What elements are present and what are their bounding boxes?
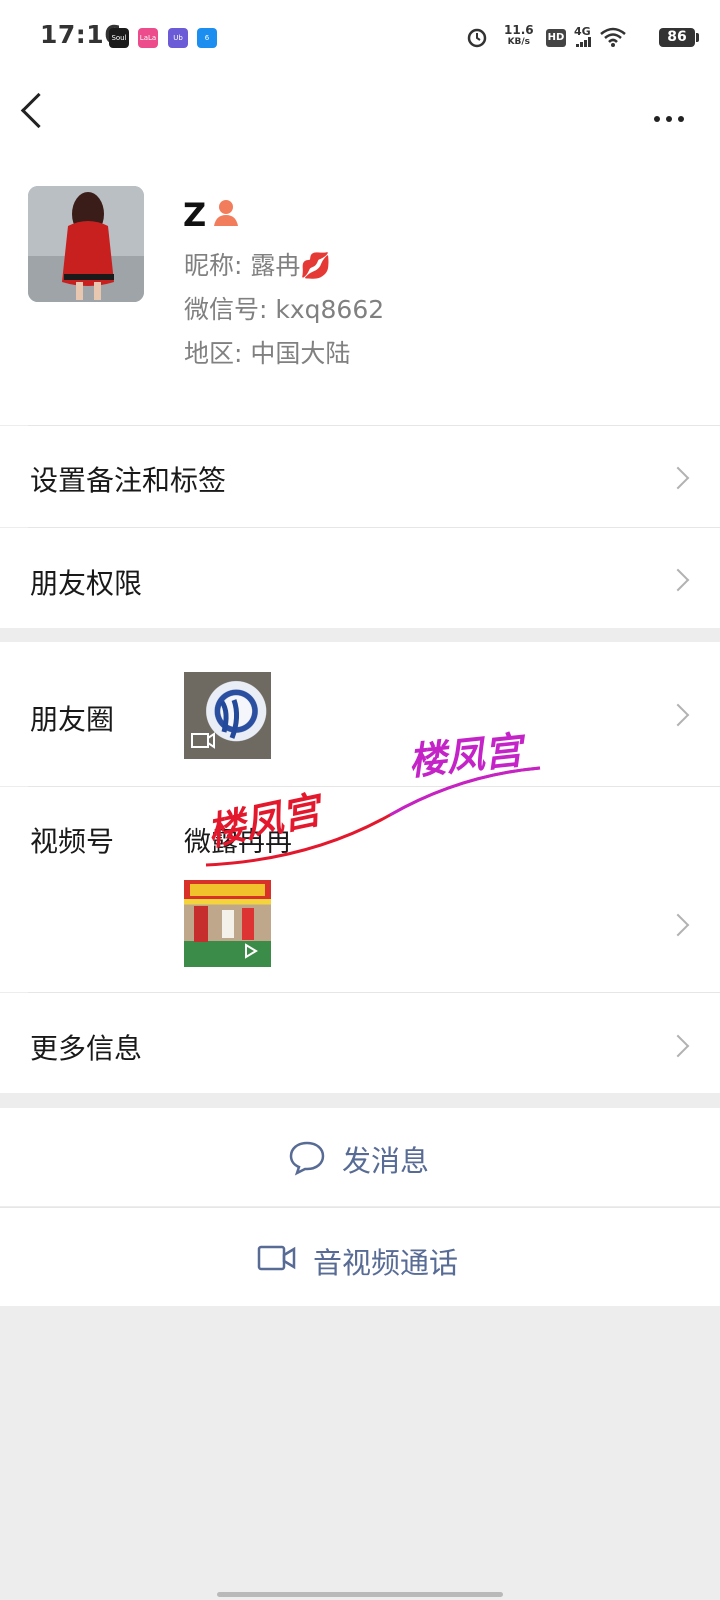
profile-name: Z <box>183 196 207 234</box>
blue-app-icon: 6 <box>197 28 217 48</box>
ub-app-icon: Ub <box>168 28 188 48</box>
soul-app-icon: Soul <box>109 28 129 48</box>
gender-female-icon <box>214 200 238 226</box>
send-message-label: 发消息 <box>342 1144 430 1178</box>
home-indicator[interactable] <box>217 1592 503 1597</box>
remark-tags-label: 设置备注和标签 <box>30 464 227 497</box>
battery-level: 86 <box>659 28 695 47</box>
top-nav <box>0 74 720 160</box>
speed-value: 11.6 <box>504 23 534 37</box>
more-info-label: 更多信息 <box>30 1032 143 1065</box>
channels-label: 视频号 <box>30 825 115 858</box>
hd-badge: HD <box>546 29 566 47</box>
moments-label: 朋友圈 <box>30 703 115 736</box>
signal-icon <box>576 37 591 47</box>
friend-permission-label: 朋友权限 <box>30 567 143 600</box>
more-icon[interactable] <box>654 110 684 126</box>
speed-unit: KB/s <box>507 37 531 47</box>
wifi-icon <box>600 27 626 47</box>
network-speed: 11.6 KB/s <box>504 24 534 48</box>
battery-tip <box>696 33 699 42</box>
wechat-id: 微信号: kxq8662 <box>184 295 385 324</box>
lala-app-icon: LaLa <box>138 28 158 48</box>
region: 地区: 中国大陆 <box>184 339 351 368</box>
nickname: 昵称: 露冉💋 <box>184 251 332 280</box>
video-call-label: 音视频通话 <box>313 1246 459 1280</box>
chat-bubble-icon <box>289 1141 325 1176</box>
video-camera-icon <box>257 1245 296 1271</box>
channels-thumbnail <box>184 880 271 967</box>
avatar[interactable] <box>28 186 144 302</box>
alarm-icon <box>467 28 487 48</box>
